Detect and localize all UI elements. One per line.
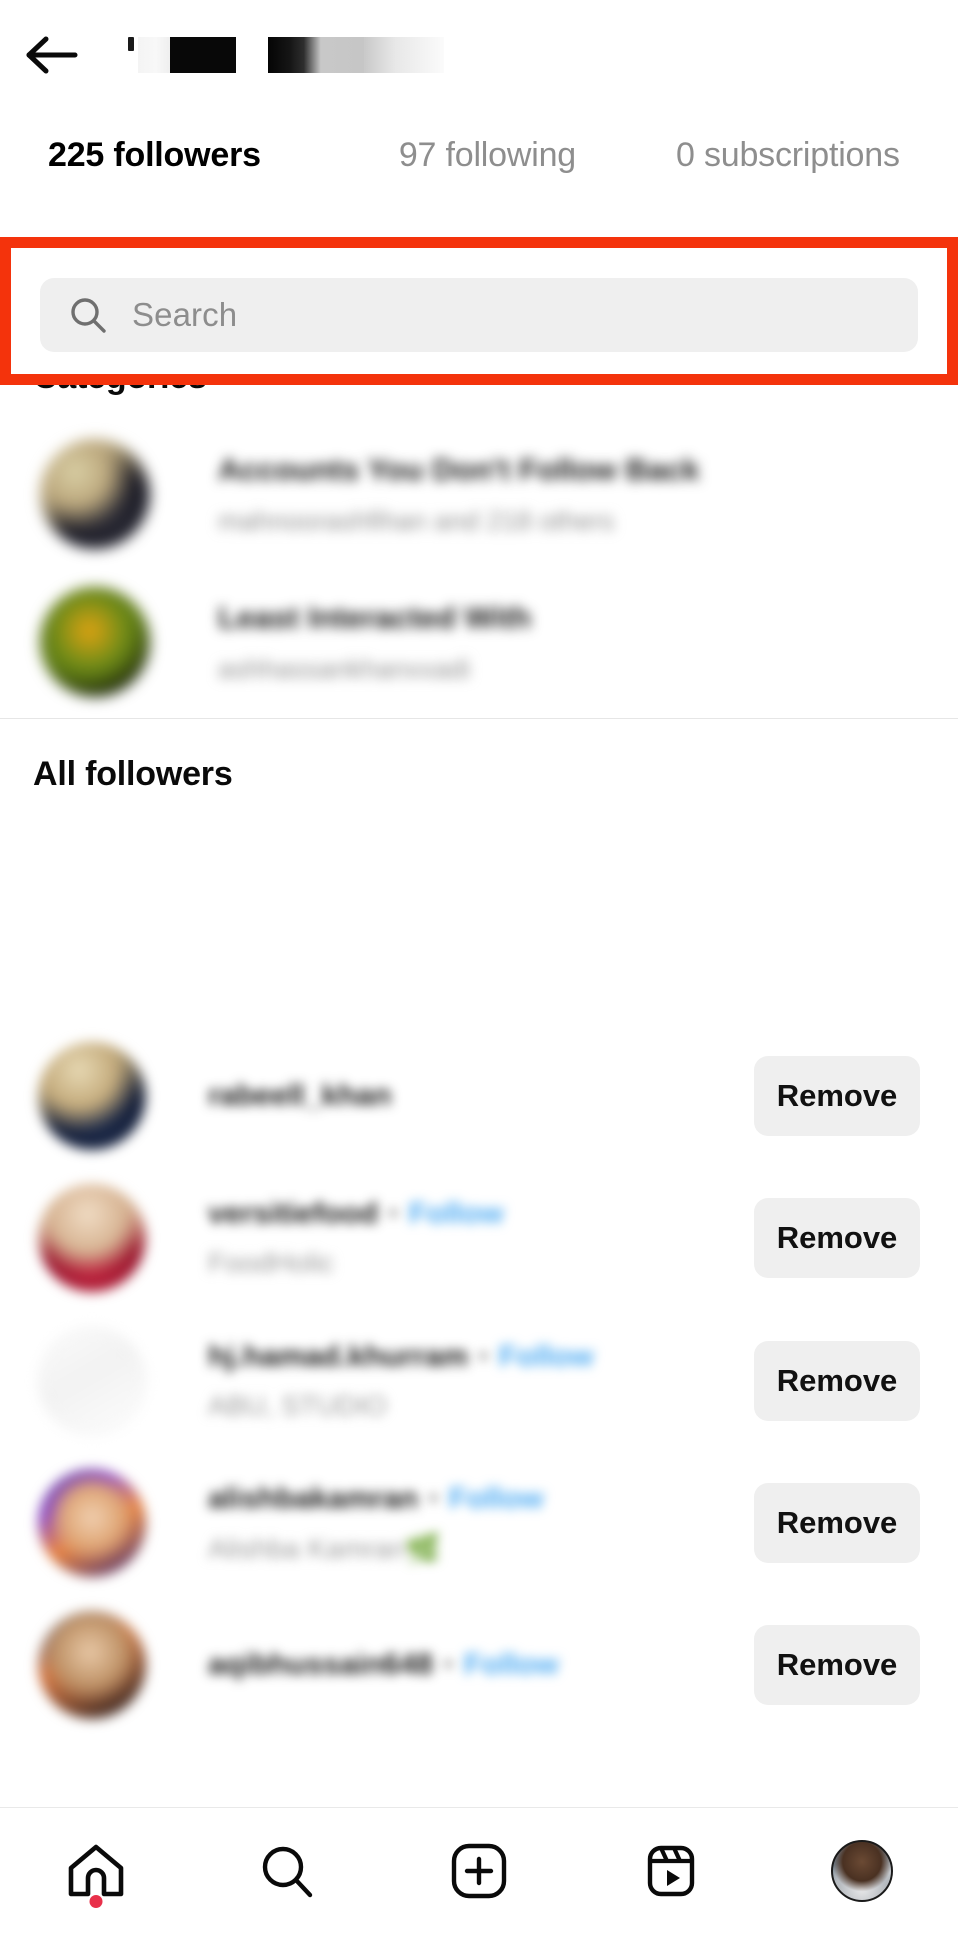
home-notification-badge bbox=[89, 1894, 103, 1908]
follower-username[interactable]: hj.hamad.khurram bbox=[208, 1340, 468, 1374]
follower-name-line: hj.hamad.khurram • Follow bbox=[208, 1340, 754, 1374]
follower-name-line: aqibhussain648 • Follow bbox=[208, 1648, 754, 1682]
search-bar[interactable]: Search bbox=[40, 278, 918, 352]
follower-row[interactable]: alishbakamran • Follow Alishba Kamran🌿 R… bbox=[0, 1452, 958, 1594]
separator-dot: • bbox=[443, 1648, 454, 1681]
follower-fullname: FoodHolic bbox=[208, 1247, 335, 1278]
search-field[interactable]: Search bbox=[40, 278, 918, 352]
follower-text: alishbakamran • Follow Alishba Kamran🌿 bbox=[208, 1482, 754, 1565]
bottom-navigation-bar bbox=[0, 1807, 958, 1933]
avatar[interactable] bbox=[38, 1184, 146, 1292]
follow-link[interactable]: Follow bbox=[449, 1482, 544, 1516]
follower-text: hj.hamad.khurram • Follow ABU, STUDIO bbox=[208, 1340, 754, 1422]
avatar[interactable] bbox=[38, 1327, 146, 1435]
remove-button[interactable]: Remove bbox=[754, 1198, 920, 1278]
avatar[interactable] bbox=[38, 1042, 146, 1150]
category-subtitle: mahnoorashfihan and 218 others bbox=[218, 505, 615, 536]
follower-name-line: versitiefood • Follow bbox=[208, 1197, 754, 1231]
category-title: Least Interacted With bbox=[218, 599, 532, 635]
home-icon bbox=[68, 1844, 124, 1896]
remove-button[interactable]: Remove bbox=[754, 1341, 920, 1421]
category-subtitle: ashhassankhanxxadi bbox=[218, 653, 471, 684]
follower-text: aqibhussain648 • Follow bbox=[208, 1648, 754, 1682]
follow-link[interactable]: Follow bbox=[464, 1648, 559, 1682]
all-followers-heading: All followers bbox=[33, 755, 233, 793]
category-row[interactable]: Least Interacted With ashhassankhanxxadi bbox=[0, 568, 958, 716]
separator-dot: • bbox=[388, 1197, 399, 1230]
avatar[interactable] bbox=[38, 1469, 146, 1577]
follower-row[interactable]: rabeell_khan Remove bbox=[0, 1025, 958, 1167]
follower-fullname-text: Alishba Kamran bbox=[208, 1532, 406, 1564]
category-text: Least Interacted With ashhassankhanxxadi bbox=[218, 600, 531, 685]
reels-icon bbox=[647, 1845, 694, 1896]
nav-home[interactable] bbox=[21, 1808, 171, 1933]
follower-text: rabeell_khan bbox=[208, 1079, 754, 1113]
leaf-emoji-icon: 🌿 bbox=[405, 1532, 441, 1564]
follower-username[interactable]: aqibhussain648 bbox=[208, 1648, 433, 1682]
follower-fullname: Alishba Kamran🌿 bbox=[208, 1532, 754, 1565]
follower-username[interactable]: rabeell_khan bbox=[208, 1079, 391, 1113]
profile-avatar-icon bbox=[831, 1839, 894, 1902]
nav-create[interactable] bbox=[404, 1808, 554, 1933]
follower-row[interactable]: versitiefood • Follow FoodHolic Remove bbox=[0, 1167, 958, 1309]
follower-name-line: rabeell_khan bbox=[208, 1079, 754, 1113]
category-row[interactable]: Accounts You Don't Follow Back mahnooras… bbox=[0, 420, 958, 568]
section-divider bbox=[0, 718, 958, 719]
remove-button[interactable]: Remove bbox=[754, 1625, 920, 1705]
nav-reels[interactable] bbox=[596, 1808, 746, 1933]
category-avatar bbox=[40, 439, 150, 549]
follower-username[interactable]: alishbakamran bbox=[208, 1482, 418, 1516]
follower-name-line: alishbakamran • Follow bbox=[208, 1482, 754, 1516]
follower-fullname: ABU, STUDIO bbox=[208, 1390, 387, 1421]
follower-row[interactable]: aqibhussain648 • Follow Remove bbox=[0, 1594, 958, 1736]
separator-dot: • bbox=[428, 1481, 439, 1515]
remove-button[interactable]: Remove bbox=[754, 1483, 920, 1563]
category-title: Accounts You Don't Follow Back bbox=[218, 451, 700, 487]
follow-link[interactable]: Follow bbox=[409, 1197, 504, 1231]
follow-link[interactable]: Follow bbox=[499, 1340, 594, 1374]
search-icon bbox=[71, 298, 106, 333]
instagram-followers-screen: 225 followers 97 following 0 subscriptio… bbox=[0, 0, 958, 1933]
separator-dot: • bbox=[478, 1340, 489, 1373]
follower-text: versitiefood • Follow FoodHolic bbox=[208, 1197, 754, 1279]
follower-username[interactable]: versitiefood bbox=[208, 1197, 378, 1231]
nav-profile[interactable] bbox=[787, 1808, 937, 1933]
plus-square-icon bbox=[451, 1843, 507, 1898]
category-text: Accounts You Don't Follow Back mahnooras… bbox=[218, 452, 700, 537]
remove-button[interactable]: Remove bbox=[754, 1056, 920, 1136]
search-icon bbox=[263, 1846, 313, 1897]
search-input[interactable]: Search bbox=[132, 296, 237, 334]
nav-search[interactable] bbox=[212, 1808, 362, 1933]
follower-row[interactable]: hj.hamad.khurram • Follow ABU, STUDIO Re… bbox=[0, 1310, 958, 1452]
avatar[interactable] bbox=[38, 1611, 146, 1719]
category-avatar bbox=[40, 587, 150, 697]
